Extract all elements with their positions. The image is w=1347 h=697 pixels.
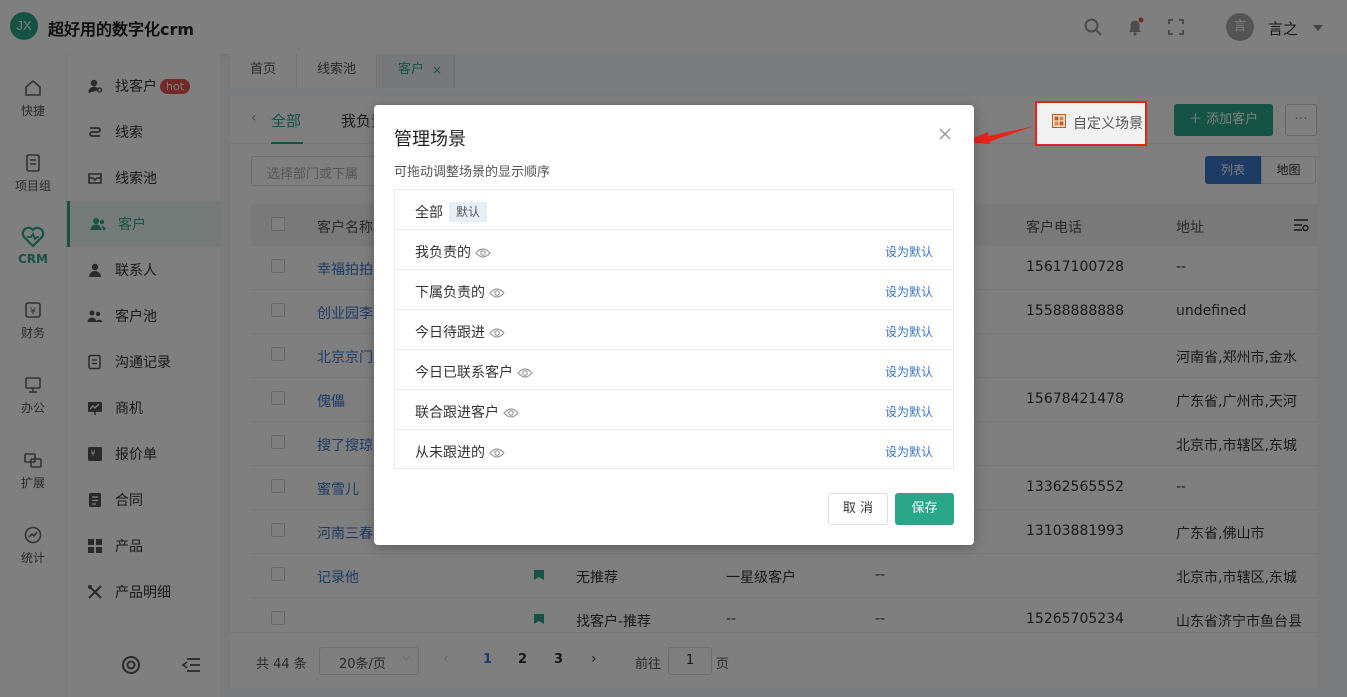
default-badge: 默认 [449,202,488,222]
scene-item[interactable]: 联合跟进客户 设为默认 [395,390,953,430]
custom-scene-label: 自定义场景 [1073,116,1143,132]
scene-item[interactable]: 全部 默认 [395,190,953,230]
scene-item[interactable]: 我负责的 设为默认 [395,230,953,270]
eye-icon[interactable] [517,367,533,379]
scene-name: 今日已联系客户 [415,365,513,381]
scene-list: 全部 默认 我负责的 设为默认 下属负责的 设为默认 今日待跟进 设为默认 今日已联系客户 设为默… [394,189,954,469]
scene-name: 从未跟进的 [415,445,485,461]
scene-name: 我负责的 [415,245,471,261]
scene-grid-icon [1052,114,1066,128]
eye-icon[interactable] [489,447,505,459]
scene-name: 今日待跟进 [415,325,485,341]
scene-item[interactable]: 今日待跟进 设为默认 [395,310,953,350]
scene-item[interactable]: 今日已联系客户 设为默认 [395,350,953,390]
set-default-link[interactable]: 设为默认 [885,323,933,340]
manage-scenes-dialog: 管理场景 可拖动调整场景的显示顺序 全部 默认 我负责的 设为默认 下属负责的 设为默认今… [374,105,974,545]
eye-icon[interactable] [489,287,505,299]
set-default-link[interactable]: 设为默认 [885,363,933,380]
save-button[interactable]: 保存 [895,493,954,525]
custom-scene-button[interactable]: 自定义场景 [1035,101,1147,146]
set-default-link[interactable]: 设为默认 [885,283,933,300]
dialog-hint: 可拖动调整场景的显示顺序 [394,165,551,180]
scene-name: 联合跟进客户 [415,405,499,421]
close-icon[interactable] [936,125,954,143]
set-default-link[interactable]: 设为默认 [885,443,933,460]
eye-icon[interactable] [503,407,519,419]
cancel-button[interactable]: 取 消 [828,493,888,525]
scene-item[interactable]: 从未跟进的 设为默认 [395,430,953,470]
scene-name: 全部 [415,205,443,221]
eye-icon[interactable] [475,247,491,259]
scene-name: 下属负责的 [415,285,485,301]
eye-icon[interactable] [489,327,505,339]
set-default-link[interactable]: 设为默认 [885,403,933,420]
dialog-title: 管理场景 [394,129,466,150]
scene-item[interactable]: 下属负责的 设为默认 [395,270,953,310]
set-default-link[interactable]: 设为默认 [885,243,933,260]
